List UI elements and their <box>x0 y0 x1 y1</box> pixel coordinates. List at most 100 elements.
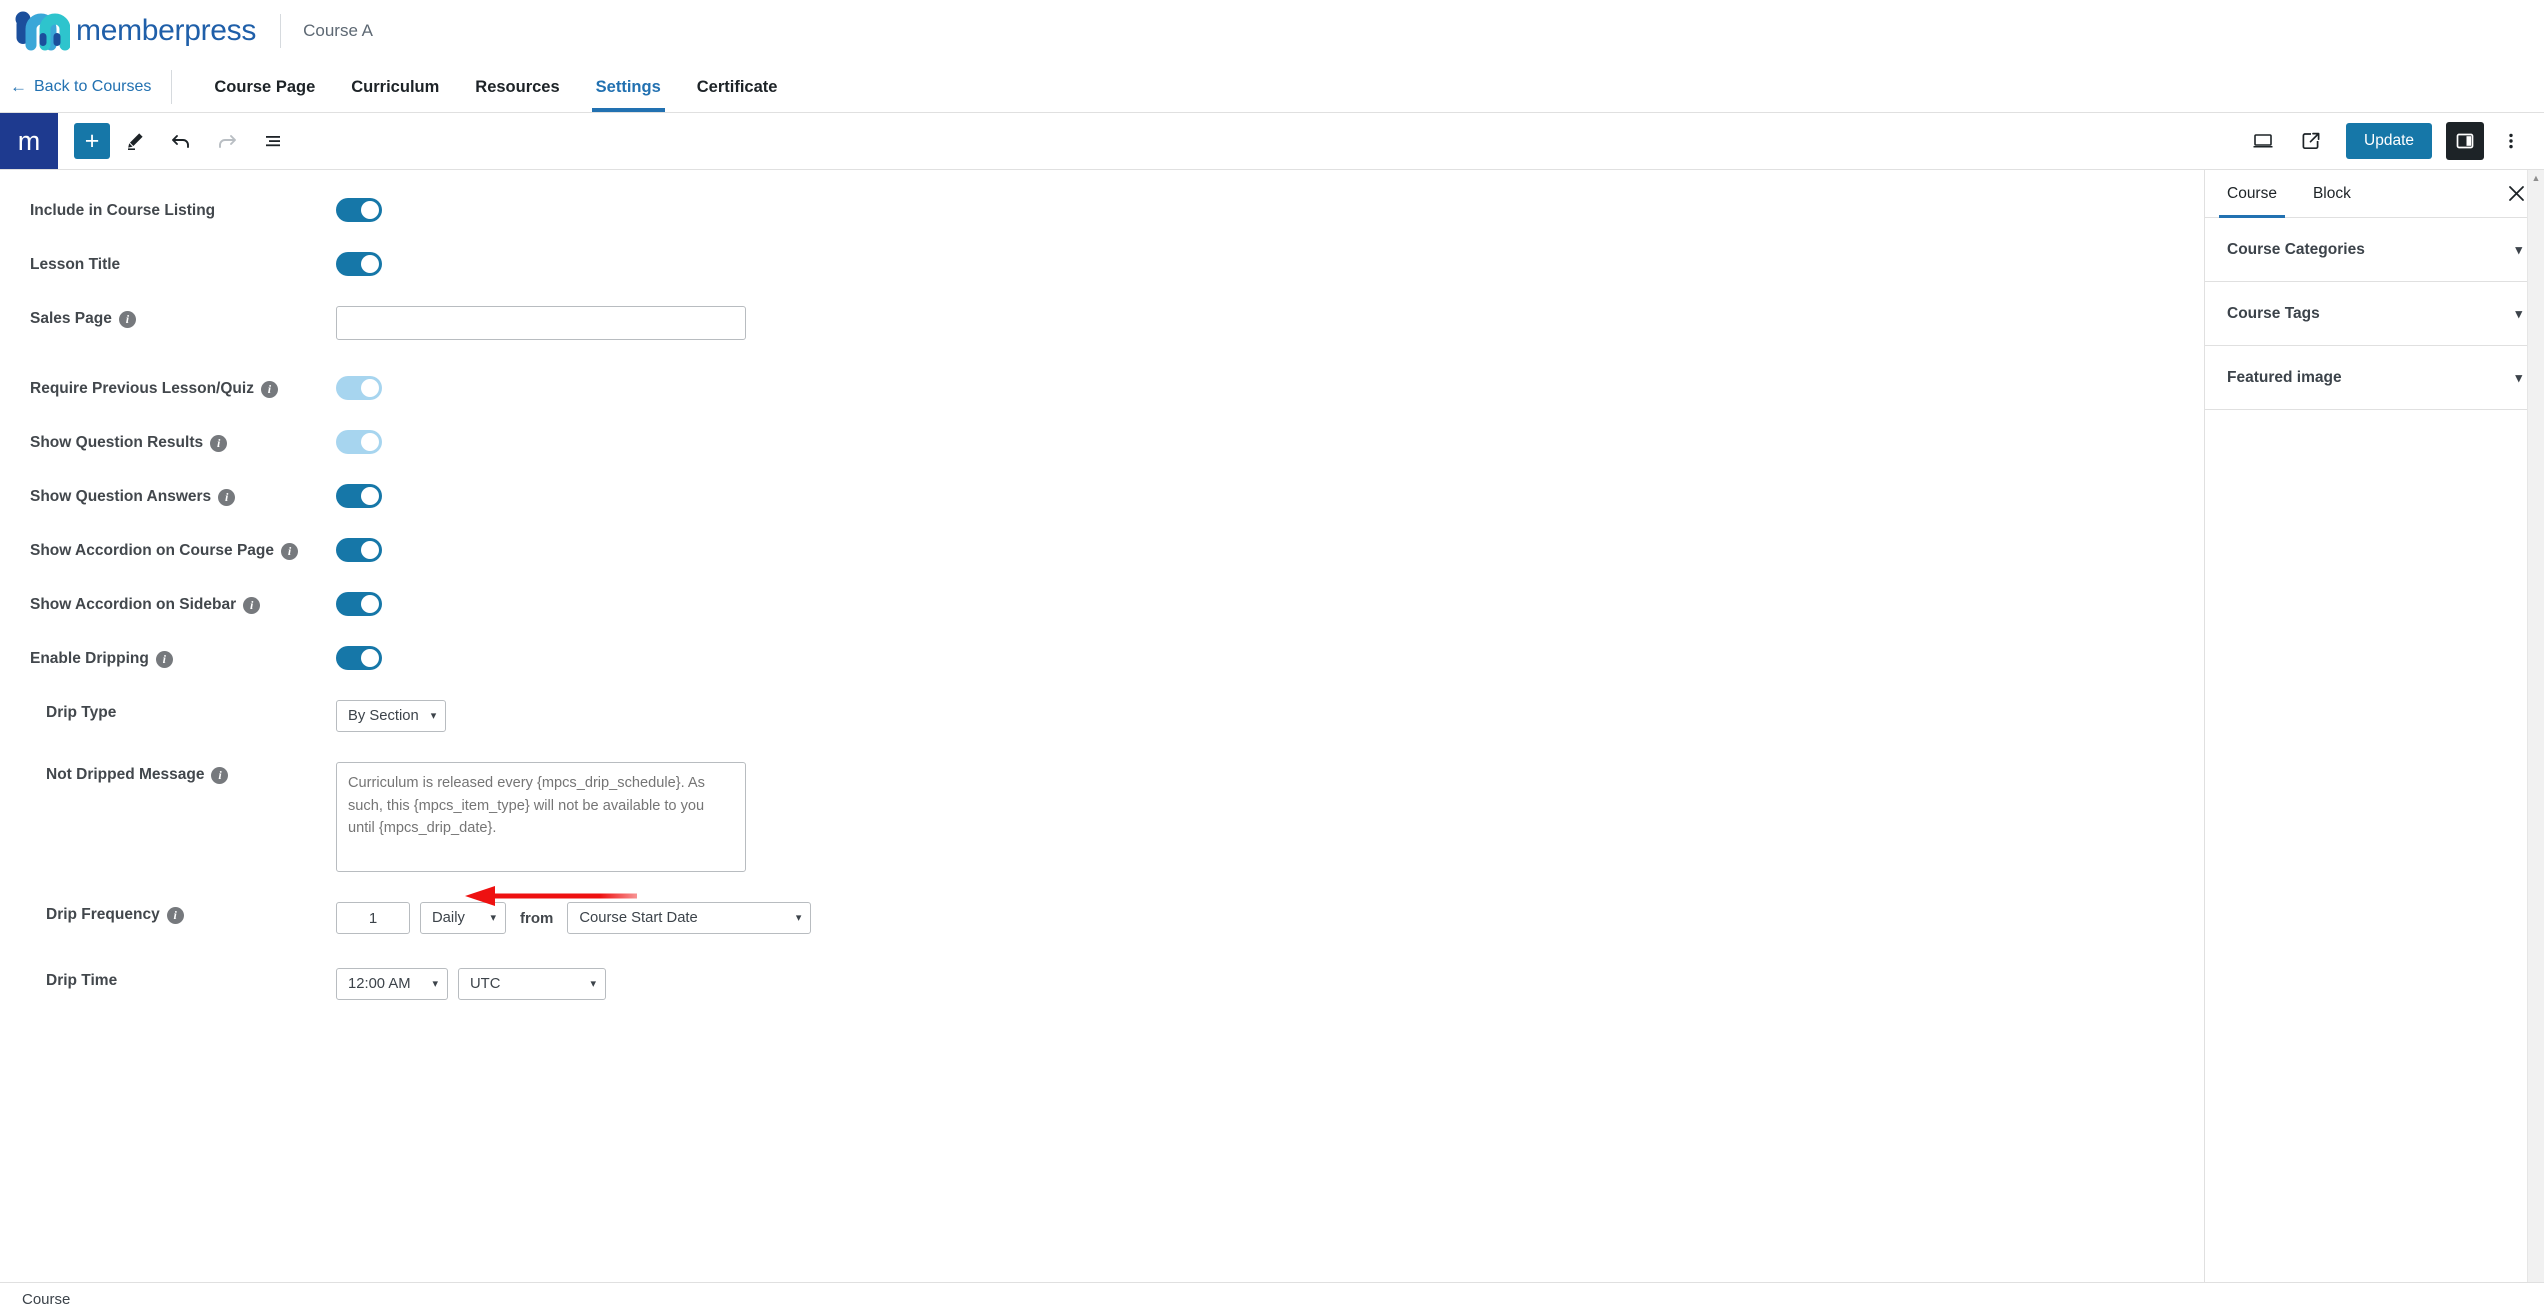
setting-control <box>336 590 382 616</box>
setting-label: Show Question Results i <box>0 428 336 452</box>
setting-row-lesson-title: Lesson Title <box>0 250 2204 304</box>
three-dot-options-icon[interactable] <box>2490 120 2532 162</box>
toggle-knob <box>361 541 379 559</box>
status-bar-label: Course <box>22 1291 71 1308</box>
setting-label: Show Accordion on Sidebar i <box>0 590 336 614</box>
setting-control <box>336 374 382 400</box>
setting-row-include-in-course-listing: Include in Course Listing <box>0 196 2204 250</box>
sidebar-panel-course-tags[interactable]: Course Tags ▾ <box>2205 282 2544 346</box>
drip-frequency-unit-value: Daily <box>432 910 465 926</box>
tab-settings[interactable]: Settings <box>578 62 679 112</box>
sidebar-panel-label: Course Tags <box>2227 304 2320 322</box>
setting-label-text: Require Previous Lesson/Quiz <box>30 380 254 397</box>
drip-type-select[interactable]: By Section ▾ <box>336 700 447 732</box>
pencil-icon[interactable] <box>114 120 156 162</box>
toggle-knob <box>361 379 379 397</box>
close-icon[interactable] <box>2502 180 2530 208</box>
setting-label-text: Drip Type <box>46 704 117 721</box>
info-icon[interactable]: i <box>210 434 228 452</box>
setting-label-text: Lesson Title <box>30 256 121 273</box>
toolbar-right-group: Update <box>2242 113 2544 169</box>
update-button[interactable]: Update <box>2346 123 2432 159</box>
tab-curriculum[interactable]: Curriculum <box>333 62 457 112</box>
tab-resources[interactable]: Resources <box>457 62 577 112</box>
drip-frequency-unit-select[interactable]: Daily ▾ <box>420 902 506 934</box>
info-icon[interactable]: i <box>211 766 229 784</box>
sales-page-input[interactable] <box>336 306 746 340</box>
setting-row-drip-type: Drip Type By Section ▾ <box>0 698 2204 760</box>
sidebar-tab-block[interactable]: Block <box>2295 170 2369 217</box>
toggle-show-question-answers[interactable] <box>336 484 382 508</box>
setting-label: Include in Course Listing <box>0 196 336 220</box>
toggle-show-question-results[interactable] <box>336 430 382 454</box>
chevron-down-icon: ▾ <box>2515 370 2522 385</box>
editor-logo-button[interactable]: m <box>0 113 58 169</box>
setting-label-text: Include in Course Listing <box>30 202 216 219</box>
course-name: Course A <box>303 21 374 40</box>
setting-label: Lesson Title <box>0 250 336 274</box>
list-view-icon[interactable] <box>252 120 294 162</box>
setting-control <box>336 250 382 276</box>
toggle-show-accordion-on-sidebar[interactable] <box>336 592 382 616</box>
tab-certificate[interactable]: Certificate <box>679 62 796 112</box>
undo-arrow-icon[interactable] <box>160 120 202 162</box>
setting-control: 12:00 AM ▾ UTC ▾ <box>336 966 606 1000</box>
toggle-require-previous-lesson-quiz[interactable] <box>336 376 382 400</box>
desktop-view-icon[interactable] <box>2242 120 2284 162</box>
sidebar-panel-featured-image[interactable]: Featured image ▾ <box>2205 346 2544 410</box>
not-dripped-message-textarea[interactable] <box>336 762 746 872</box>
setting-row-show-question-answers: Show Question Answers i <box>0 482 2204 536</box>
tab-course-page[interactable]: Course Page <box>196 62 333 112</box>
setting-label-text: Not Dripped Message <box>46 766 205 783</box>
info-icon[interactable]: i <box>118 310 136 328</box>
info-icon[interactable]: i <box>166 906 184 924</box>
setting-label-text: Show Accordion on Course Page <box>30 542 275 559</box>
toggle-include-in-course-listing[interactable] <box>336 198 382 222</box>
setting-label-text: Show Accordion on Sidebar <box>30 596 237 613</box>
toggle-lesson-title[interactable] <box>336 252 382 276</box>
setting-label-text: Drip Frequency <box>46 906 160 923</box>
info-icon[interactable]: i <box>260 380 278 398</box>
toggle-enable-dripping[interactable] <box>336 646 382 670</box>
setting-label: Drip Time <box>0 966 336 990</box>
scroll-up-arrow-icon[interactable]: ▲ <box>2528 170 2544 183</box>
back-to-courses-link[interactable]: ← Back to Courses <box>0 62 171 112</box>
setting-label-text: Drip Time <box>46 972 118 989</box>
info-icon[interactable]: i <box>243 596 261 614</box>
drip-timezone-select[interactable]: UTC ▾ <box>458 968 606 1000</box>
setting-label: Drip Type <box>0 698 336 722</box>
setting-control: By Section ▾ <box>336 698 447 732</box>
toggle-knob <box>361 649 379 667</box>
workspace: Include in Course Listing Lesson Title S… <box>0 170 2544 1282</box>
sidebar-tab-course[interactable]: Course <box>2209 170 2295 218</box>
sidebar-panel-course-categories[interactable]: Course Categories ▾ <box>2205 218 2544 282</box>
course-nav: ← Back to Courses Course Page Curriculum… <box>0 62 2544 112</box>
setting-row-not-dripped-message: Not Dripped Message i <box>0 760 2204 900</box>
sidebar-scrollbar[interactable]: ▲ <box>2527 170 2544 1282</box>
drip-time-select[interactable]: 12:00 AM ▾ <box>336 968 448 1000</box>
setting-label-text: Show Question Answers <box>30 488 212 505</box>
toggle-knob <box>361 255 379 273</box>
toggle-knob <box>361 595 379 613</box>
setting-label: Show Accordion on Course Page i <box>0 536 336 560</box>
setting-control <box>336 482 382 508</box>
setting-row-show-question-results: Show Question Results i <box>0 428 2204 482</box>
info-icon[interactable]: i <box>218 488 236 506</box>
drip-frequency-amount-input[interactable] <box>336 902 410 934</box>
setting-label: Require Previous Lesson/Quiz i <box>0 374 336 398</box>
editor-sidebar: Course Block Course Categories ▾ Course … <box>2204 170 2544 1282</box>
settings-sidebar-icon[interactable] <box>2446 122 2484 160</box>
chevron-down-icon: ▾ <box>590 977 596 990</box>
editor-toolbar: m + Update <box>0 112 2544 170</box>
info-icon[interactable]: i <box>281 542 299 560</box>
sidebar-panel-label: Course Categories <box>2227 240 2365 258</box>
drip-frequency-reference-select[interactable]: Course Start Date ▾ <box>567 902 812 934</box>
add-block-button[interactable]: + <box>74 123 110 159</box>
chevron-down-icon: ▾ <box>2515 242 2522 257</box>
toggle-show-accordion-on-course-page[interactable] <box>336 538 382 562</box>
external-link-preview-icon[interactable] <box>2290 120 2332 162</box>
chevron-down-icon: ▾ <box>432 977 438 990</box>
setting-label: Show Question Answers i <box>0 482 336 506</box>
drip-timezone-value: UTC <box>470 976 501 992</box>
info-icon[interactable]: i <box>155 650 173 668</box>
